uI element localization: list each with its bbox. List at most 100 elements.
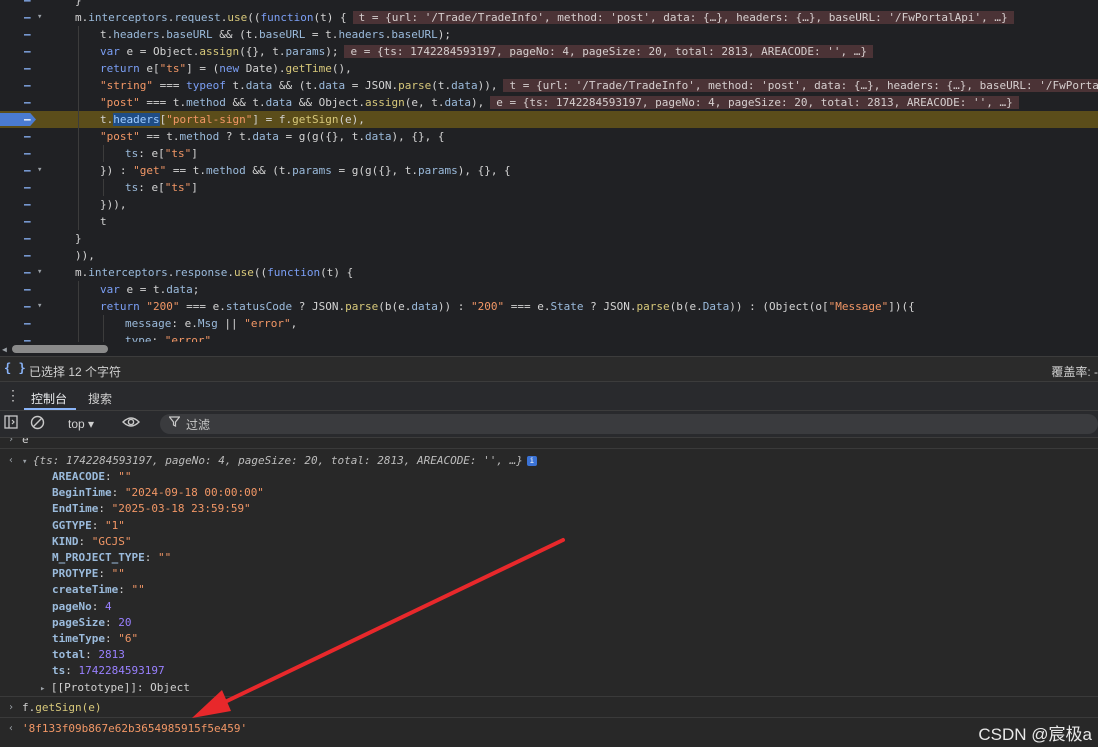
code-text: t bbox=[100, 215, 107, 228]
line-gutter[interactable]: – bbox=[0, 230, 46, 247]
fold-arrow-icon[interactable]: ▾ bbox=[37, 9, 42, 26]
object-property[interactable]: total: 2813 bbox=[0, 647, 1098, 663]
sidebar-toggle-icon[interactable] bbox=[4, 415, 18, 433]
filter-box[interactable] bbox=[160, 414, 1098, 436]
code-line[interactable]: – type: "error", bbox=[0, 332, 1098, 342]
line-gutter[interactable]: – bbox=[0, 43, 46, 60]
object-result-line[interactable]: ‹ ▾ {ts: 1742284593197, pageNo: 4, pageS… bbox=[0, 453, 1098, 469]
code-line[interactable]: – return e["ts"] = (new Date).getTime(), bbox=[0, 60, 1098, 77]
object-property[interactable]: pageNo: 4 bbox=[0, 599, 1098, 615]
code-line[interactable]: –)), bbox=[0, 247, 1098, 264]
code-line[interactable]: – var e = Object.assign({}, t.params); e =… bbox=[0, 43, 1098, 60]
property-key: GGTYPE bbox=[52, 518, 92, 532]
expand-triangle-icon[interactable]: ▾ bbox=[22, 457, 33, 467]
line-gutter[interactable]: – ▾ bbox=[0, 298, 46, 315]
console-output[interactable]: › e ‹ ▾ {ts: 1742284593197, pageNo: 4, p… bbox=[0, 438, 1098, 747]
fold-arrow-icon[interactable]: ▾ bbox=[37, 298, 42, 315]
code-line[interactable]: – var e = t.data; bbox=[0, 281, 1098, 298]
line-gutter[interactable]: – bbox=[0, 213, 46, 230]
code-line[interactable]: – ts: e["ts"] bbox=[0, 179, 1098, 196]
object-property[interactable]: KIND: "GCJS" bbox=[0, 534, 1098, 550]
code-line[interactable]: – ts: e["ts"] bbox=[0, 145, 1098, 162]
filter-input[interactable] bbox=[184, 414, 488, 436]
line-gutter[interactable]: – bbox=[0, 145, 46, 162]
line-gutter[interactable]: – bbox=[0, 60, 46, 77]
tab-search[interactable]: 搜索 bbox=[88, 390, 112, 407]
code-line[interactable]: – ▾}) : "get" == t.method && (t.params = … bbox=[0, 162, 1098, 179]
line-gutter[interactable]: – bbox=[0, 281, 46, 298]
property-key: PROTYPE bbox=[52, 567, 99, 581]
code-line[interactable]: – ▾ m.interceptors.request.use((function(t… bbox=[0, 9, 1098, 26]
line-gutter[interactable]: – bbox=[0, 315, 46, 332]
code-line[interactable]: – message: e.Msg || "error", bbox=[0, 315, 1098, 332]
line-gutter[interactable]: – bbox=[0, 128, 46, 145]
line-gutter[interactable]: – ▾ bbox=[0, 162, 46, 179]
line-gutter[interactable]: – bbox=[0, 196, 46, 213]
object-preview-row[interactable]: ▾ {ts: 1742284593197, pageNo: 4, pageSiz… bbox=[22, 453, 537, 470]
eye-icon[interactable] bbox=[122, 415, 140, 433]
paused-code-line[interactable]: – t.headers["portal-sign"] = f.getSign(e)… bbox=[0, 111, 1098, 128]
horizontal-scrollbar[interactable]: ◀ bbox=[0, 342, 1098, 356]
object-property[interactable]: AREACODE: "" bbox=[0, 469, 1098, 485]
input-expr-text: getSign(e) bbox=[35, 701, 102, 714]
fold-arrow-icon[interactable]: ▾ bbox=[37, 162, 42, 179]
line-marker: – bbox=[24, 45, 31, 58]
filter-icon bbox=[168, 416, 181, 430]
code-line[interactable]: – ▾ return "200" === e.statusCode ? JSON.p… bbox=[0, 298, 1098, 315]
code-line[interactable]: – ▾ m.interceptors.response.use((function(… bbox=[0, 264, 1098, 281]
pretty-print-icon[interactable]: { } bbox=[4, 361, 26, 375]
code-line[interactable]: – t bbox=[0, 213, 1098, 230]
code-line[interactable]: – t.headers.baseURL && (t.baseURL = t.hea… bbox=[0, 26, 1098, 43]
line-gutter[interactable]: – ▾ bbox=[0, 264, 46, 281]
line-gutter[interactable]: – bbox=[0, 332, 46, 342]
object-property[interactable]: GGTYPE: "1" bbox=[0, 518, 1098, 534]
object-property[interactable]: timeType: "6" bbox=[0, 631, 1098, 647]
tab-console[interactable]: 控制台 bbox=[31, 390, 67, 407]
property-text: ts: 1742284593197 bbox=[52, 664, 165, 678]
line-gutter[interactable]: – ▾ bbox=[0, 9, 46, 26]
code-text: "string" === typeof t.data && (t.data = … bbox=[100, 77, 1098, 94]
object-property[interactable]: createTime: "" bbox=[0, 582, 1098, 598]
property-value: "1" bbox=[105, 518, 125, 532]
property-value: "2025-03-18 23:59:59" bbox=[111, 502, 251, 516]
object-property[interactable]: EndTime: "2025-03-18 23:59:59" bbox=[0, 501, 1098, 517]
line-gutter[interactable]: – bbox=[0, 26, 46, 43]
line-gutter[interactable]: – bbox=[0, 94, 46, 111]
indent-guide bbox=[78, 213, 79, 230]
line-gutter[interactable]: – bbox=[0, 77, 46, 94]
object-property[interactable]: pageSize: 20 bbox=[0, 615, 1098, 631]
code-line[interactable]: – "string" === typeof t.data && (t.data =… bbox=[0, 77, 1098, 94]
expand-triangle-icon[interactable]: ▸ bbox=[40, 684, 51, 694]
scroll-left-icon[interactable]: ◀ bbox=[2, 345, 7, 354]
line-gutter[interactable]: – bbox=[0, 179, 46, 196]
console-input-line: › f.getSign(e) bbox=[0, 700, 1098, 716]
indent-guide bbox=[78, 179, 79, 196]
line-gutter[interactable]: – bbox=[0, 0, 46, 9]
line-marker: – bbox=[24, 79, 31, 92]
csdn-watermark: CSDN @宸极a bbox=[978, 725, 1092, 744]
context-selector[interactable]: top ▾ bbox=[60, 414, 102, 434]
property-text: createTime: "" bbox=[52, 583, 145, 597]
code-line[interactable]: – "post" === t.method && t.data && Object… bbox=[0, 94, 1098, 111]
prototype-row[interactable]: ▸ [[Prototype]]: Object bbox=[0, 680, 1098, 696]
scrollbar-thumb[interactable] bbox=[12, 345, 108, 353]
more-menu-icon[interactable]: ⋮ bbox=[6, 388, 20, 404]
line-gutter[interactable]: – bbox=[0, 111, 46, 128]
code-line[interactable]: –} bbox=[0, 0, 1098, 9]
fold-arrow-icon[interactable]: ▾ bbox=[37, 264, 42, 281]
object-property[interactable]: BeginTime: "2024-09-18 00:00:00" bbox=[0, 485, 1098, 501]
property-text: M_PROJECT_TYPE: "" bbox=[52, 551, 172, 564]
line-gutter[interactable]: – bbox=[0, 247, 46, 264]
object-property[interactable]: M_PROJECT_TYPE: "" bbox=[0, 550, 1098, 566]
object-property[interactable]: ts: 1742284593197 bbox=[0, 663, 1098, 679]
code-line[interactable]: – "post" == t.method ? t.data = g(g({}, t… bbox=[0, 128, 1098, 145]
indent-guide bbox=[78, 145, 79, 162]
info-icon[interactable]: i bbox=[526, 456, 537, 466]
clear-console-icon[interactable] bbox=[30, 415, 45, 434]
source-code-panel[interactable]: –} – ▾ m.interceptors.request.use((function… bbox=[0, 0, 1098, 342]
code-line[interactable]: –})), bbox=[0, 196, 1098, 213]
property-text: AREACODE: "" bbox=[52, 470, 132, 483]
object-property[interactable]: PROTYPE: "" bbox=[0, 566, 1098, 582]
sign-result[interactable]: '8f133f09b867e62b3654985915f5e459' bbox=[22, 721, 247, 737]
code-line[interactable]: –} bbox=[0, 230, 1098, 247]
